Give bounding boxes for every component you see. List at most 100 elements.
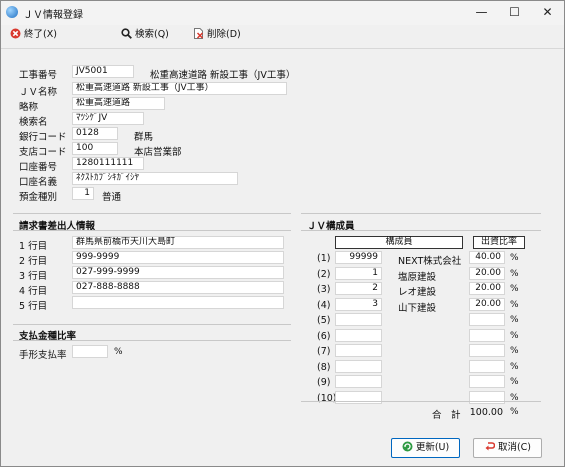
member-ratio-unit: %: [510, 330, 519, 341]
invoice-row-field[interactable]: [72, 296, 284, 309]
member-row-number: (8): [317, 361, 331, 373]
payment-title-divider: [13, 340, 291, 341]
delete-button-label: 削除(D): [207, 29, 241, 40]
total-value: 100.00: [469, 407, 503, 418]
koza-name-field[interactable]: ﾈｸｽﾄｶﾌﾞｼｷｶﾞｲｼﾔ: [72, 172, 238, 185]
member-code-field[interactable]: 1: [335, 266, 382, 280]
update-button[interactable]: 更新(U): [391, 438, 460, 458]
member-ratio-field[interactable]: 20.00: [469, 282, 505, 295]
update-button-label: 更新(U): [415, 442, 450, 453]
member-ratio-unit: %: [510, 268, 519, 279]
app-icon: [6, 6, 18, 18]
shiten-name-text: 本店営業部: [134, 147, 182, 158]
member-ratio-field[interactable]: 20.00: [469, 297, 505, 311]
ryaku-field[interactable]: 松重高速道路: [72, 97, 165, 110]
koji-no-label: 工事番号: [19, 70, 58, 81]
search-button[interactable]: 検索(Q): [121, 27, 169, 43]
member-ratio-field[interactable]: [469, 375, 505, 388]
ratio-column-header: 出資比率: [473, 236, 525, 249]
member-ratio-unit: %: [510, 346, 519, 356]
ginko-name-text: 群馬: [134, 132, 154, 143]
member-ratio-field[interactable]: [469, 359, 505, 373]
koza-no-label: 口座番号: [19, 162, 58, 173]
member-ratio-field[interactable]: 40.00: [469, 251, 505, 264]
cancel-button[interactable]: 取消(C): [473, 438, 542, 458]
ryaku-label: 略称: [19, 102, 39, 113]
yokin-name-text: 普通: [102, 192, 122, 203]
member-name-text: 山下建設: [398, 302, 437, 314]
member-row-number: (4): [317, 299, 331, 311]
member-name-text: レオ建設: [398, 287, 437, 298]
jv-name-label: ＪＶ名称: [19, 87, 58, 98]
end-button[interactable]: 終了(X): [10, 27, 57, 43]
koza-name-label: 口座名義: [19, 177, 58, 188]
minimize-button[interactable]: —: [465, 1, 498, 25]
member-code-field[interactable]: 3: [335, 297, 382, 311]
member-ratio-field[interactable]: [469, 328, 505, 342]
tegata-field[interactable]: [72, 345, 108, 358]
member-ratio-field[interactable]: [469, 313, 505, 326]
member-code-field[interactable]: 99999: [335, 251, 382, 264]
total-unit: %: [510, 407, 519, 417]
member-row-number: (1): [317, 253, 331, 264]
koji-no-field[interactable]: JV5001: [72, 65, 134, 78]
shiten-field[interactable]: 100: [72, 142, 118, 155]
invoice-title-divider: [13, 230, 291, 231]
member-name-text: NEXT株式会社: [398, 256, 462, 267]
cancel-button-label: 取消(C): [497, 442, 532, 453]
invoice-row-label: 1 行目: [19, 241, 48, 252]
stop-icon: [10, 28, 21, 39]
member-row-number: (9): [317, 377, 331, 388]
kensaku-label: 検索名: [19, 117, 48, 128]
member-ratio-unit: %: [510, 361, 519, 372]
member-row-number: (5): [317, 315, 331, 326]
close-button[interactable]: ✕: [531, 1, 564, 25]
delete-document-icon: [193, 28, 204, 39]
member-ratio-field[interactable]: 20.00: [469, 266, 505, 280]
window-title: ＪＶ情報登録: [23, 10, 83, 21]
jv-title-divider: [301, 230, 541, 231]
jv-divider: [301, 213, 541, 214]
member-code-field[interactable]: [335, 328, 382, 342]
koza-no-field[interactable]: 1280111111: [72, 157, 144, 170]
member-code-field[interactable]: [335, 375, 382, 388]
invoice-row-field[interactable]: 027-888-8888: [72, 281, 284, 294]
tegata-label: 手形支払率: [19, 350, 67, 361]
ginko-label: 銀行コード: [19, 132, 67, 143]
member-ratio-unit: %: [510, 377, 519, 387]
member-code-field[interactable]: [335, 313, 382, 326]
invoice-row-label: 2 行目: [19, 256, 48, 267]
yokin-label: 預金種別: [19, 192, 58, 203]
delete-button[interactable]: 削除(D): [193, 27, 241, 43]
title-bar: ＪＶ情報登録 — ☐ ✕: [1, 1, 564, 25]
member-row-number: (7): [317, 346, 331, 357]
member-code-field[interactable]: 2: [335, 282, 382, 295]
invoice-row-field[interactable]: 027-999-9999: [72, 266, 284, 279]
jv-name-field[interactable]: 松重高速道路 新設工事（JV工事）: [72, 82, 287, 95]
member-ratio-field[interactable]: [469, 344, 505, 357]
payment-divider: [13, 324, 291, 325]
invoice-row-field[interactable]: 999-9999: [72, 251, 284, 264]
member-ratio-unit: %: [510, 253, 519, 263]
member-row-number: (3): [317, 284, 331, 295]
member-name-text: 塩原建設: [398, 271, 437, 283]
koji-name-text: 松重高速道路 新設工事（JV工事）: [150, 70, 296, 81]
member-row-number: (6): [317, 330, 331, 342]
member-row-number: (2): [317, 268, 331, 280]
invoice-row-field[interactable]: 群馬県前橋市天川大島町: [72, 236, 284, 249]
undo-icon: [484, 441, 496, 459]
member-ratio-unit: %: [510, 315, 519, 325]
member-code-field[interactable]: [335, 359, 382, 373]
member-ratio-unit: %: [510, 284, 519, 294]
invoice-row-label: 4 行目: [19, 286, 48, 297]
kensaku-field[interactable]: ﾏﾂｼｹﾞJV: [72, 112, 144, 125]
maximize-button[interactable]: ☐: [498, 1, 531, 25]
invoice-row-label: 3 行目: [19, 271, 48, 282]
tegata-unit: %: [114, 347, 123, 357]
window: ＪＶ情報登録 — ☐ ✕ 終了(X) 検索(Q) 削除(D) 工事番号 JV50…: [0, 0, 565, 467]
refresh-icon: [402, 441, 413, 459]
member-column-header: 構成員: [335, 236, 463, 249]
member-code-field[interactable]: [335, 344, 382, 357]
yokin-field[interactable]: 1: [72, 187, 94, 200]
ginko-field[interactable]: 0128: [72, 127, 118, 140]
